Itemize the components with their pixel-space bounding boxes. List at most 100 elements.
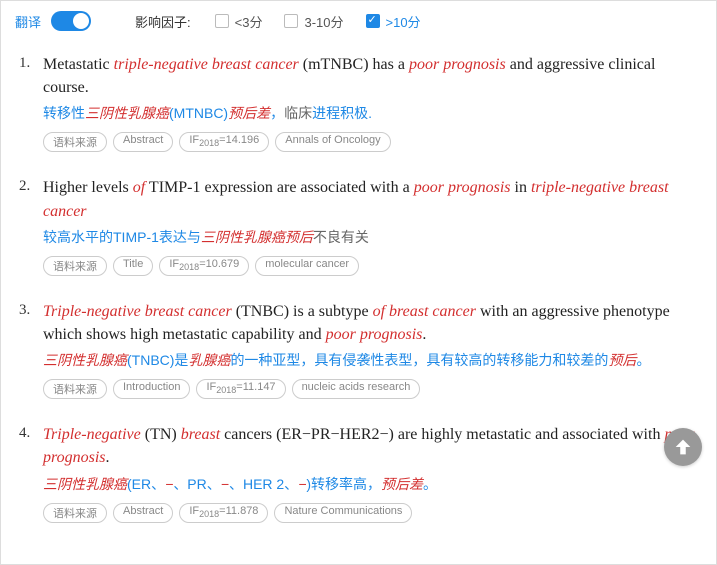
highlight-text: 乳腺癌 [188,352,230,368]
results-list: 1.Metastatic triple-negative breast canc… [1,43,716,537]
tag[interactable]: Title [113,256,153,276]
text: (MTNBC) [169,105,228,121]
tag[interactable]: molecular cancer [255,256,359,276]
highlight-text: Triple-negative [43,426,141,443]
tag[interactable]: nucleic acids research [292,379,421,399]
highlight-text: breast [181,426,220,443]
text: 较高水平的TIMP-1表达与 [43,229,201,245]
tag[interactable]: Annals of Oncology [275,132,390,152]
checkbox-icon [215,14,229,28]
arrow-up-icon [672,436,694,458]
text: (mTNBC) has a [299,56,409,73]
tag[interactable]: 语料来源 [43,256,107,276]
filter-label: >10分 [386,12,421,31]
tag-row: 语料来源 Introduction IF2018=11.147 nucleic aci… [43,379,698,399]
text: in [511,179,531,196]
text: (TN) [141,426,181,443]
result-number: 1. [19,53,43,152]
highlight-text: − [221,476,229,492]
text: . [422,326,426,343]
highlight-text: of [133,179,145,196]
text: ， [270,105,284,121]
translate-toggle[interactable] [51,11,91,31]
tag-row: 语料来源 Abstract IF2018=11.878 Nature Communic… [43,503,698,523]
highlight-text: 三阴性乳腺癌 [85,105,169,121]
checkbox-icon [366,14,380,28]
tag[interactable]: 语料来源 [43,503,107,523]
english-sentence: Metastatic triple-negative breast cancer… [43,53,698,99]
translate-group: 翻译 [15,11,91,31]
result-item: 4.Triple-negative (TN) breast cancers (E… [11,413,706,536]
filter-label: 3-10分 [304,12,343,31]
tag[interactable]: IF2018=10.679 [159,256,249,276]
filter-label: <3分 [235,12,263,31]
result-number: 4. [19,423,43,522]
checkbox-icon [284,14,298,28]
highlight-text: Triple-negative breast cancer [43,303,232,320]
highlight-text: 三阴性乳腺癌 [43,352,127,368]
tag[interactable]: 语料来源 [43,379,107,399]
filter-gt10[interactable]: >10分 [366,12,421,31]
result-content: Metastatic triple-negative breast cancer… [43,53,698,152]
text: 的一种亚型，具有侵袭性表型，具有较高的转移能力和较差的 [230,352,608,368]
highlight-text: triple-negative breast cancer [114,56,299,73]
text: cancers (ER−PR−HER2−) are highly metasta… [220,426,664,443]
text: (TNBC)是 [127,352,188,368]
translate-label: 翻译 [15,12,41,31]
highlight-text: poor prognosis [409,56,506,73]
chinese-translation: 三阴性乳腺癌(TNBC)是乳腺癌的一种亚型，具有侵袭性表型，具有较高的转移能力和… [43,350,698,371]
text: 、PR、 [173,476,220,492]
result-number: 2. [19,176,43,275]
text: 进程积极. [312,105,372,121]
text: (TNBC) is a subtype [232,303,373,320]
text: Metastatic [43,56,114,73]
highlight-text: 预后差 [228,105,270,121]
text: 转移性 [43,105,85,121]
highlight-text: 预后差 [381,476,423,492]
text: 临床 [284,105,312,121]
impact-factor-label: 影响因子: [135,12,191,31]
chinese-translation: 转移性三阴性乳腺癌(MTNBC)预后差，临床进程积极. [43,103,698,124]
chinese-translation: 三阴性乳腺癌(ER、−、PR、−、HER 2、−)转移率高，预后差。 [43,474,698,495]
english-sentence: Triple-negative breast cancer (TNBC) is … [43,300,698,346]
text: 。 [636,352,650,368]
tag[interactable]: Abstract [113,132,173,152]
result-content: Higher levels of TIMP-1 expression are a… [43,176,698,275]
highlight-text: 三阴性乳腺癌预后 [201,229,313,245]
result-item: 3.Triple-negative breast cancer (TNBC) i… [11,290,706,413]
text: 、HER 2、 [229,476,298,492]
highlight-text: 三阴性乳腺癌 [43,476,127,492]
result-item: 1.Metastatic triple-negative breast canc… [11,43,706,166]
highlight-text: 预后 [608,352,636,368]
tag[interactable]: Abstract [113,503,173,523]
tag[interactable]: IF2018=14.196 [179,132,269,152]
text: (ER、 [127,476,165,492]
tag-row: 语料来源 Title IF2018=10.679 molecular cancer [43,256,698,276]
highlight-text: of breast cancer [373,303,476,320]
english-sentence: Higher levels of TIMP-1 expression are a… [43,176,698,222]
tag[interactable]: Nature Communications [274,503,412,523]
tag[interactable]: IF2018=11.878 [179,503,268,523]
text: TIMP-1 expression are associated with a [145,179,414,196]
chinese-translation: 较高水平的TIMP-1表达与三阴性乳腺癌预后不良有关 [43,227,698,248]
highlight-text: poor prognosis [414,179,511,196]
english-sentence: Triple-negative (TN) breast cancers (ER−… [43,423,698,469]
text: 不良有关 [313,229,369,245]
tag[interactable]: IF2018=11.147 [196,379,285,399]
tag-row: 语料来源 Abstract IF2018=14.196 Annals of Oncol… [43,132,698,152]
tag[interactable]: Introduction [113,379,190,399]
impact-factor-filters: <3分 3-10分 >10分 [215,12,421,31]
text: )转移率高， [306,476,381,492]
text: 。 [423,476,437,492]
highlight-text: poor prognosis [326,326,423,343]
tag[interactable]: 语料来源 [43,132,107,152]
result-content: Triple-negative (TN) breast cancers (ER−… [43,423,698,522]
text: . [106,449,110,466]
result-item: 2.Higher levels of TIMP-1 expression are… [11,166,706,289]
result-number: 3. [19,300,43,399]
filter-3-10[interactable]: 3-10分 [284,12,343,31]
text: Higher levels [43,179,133,196]
filter-lt3[interactable]: <3分 [215,12,263,31]
result-content: Triple-negative breast cancer (TNBC) is … [43,300,698,399]
scroll-to-top-button[interactable] [664,428,702,466]
